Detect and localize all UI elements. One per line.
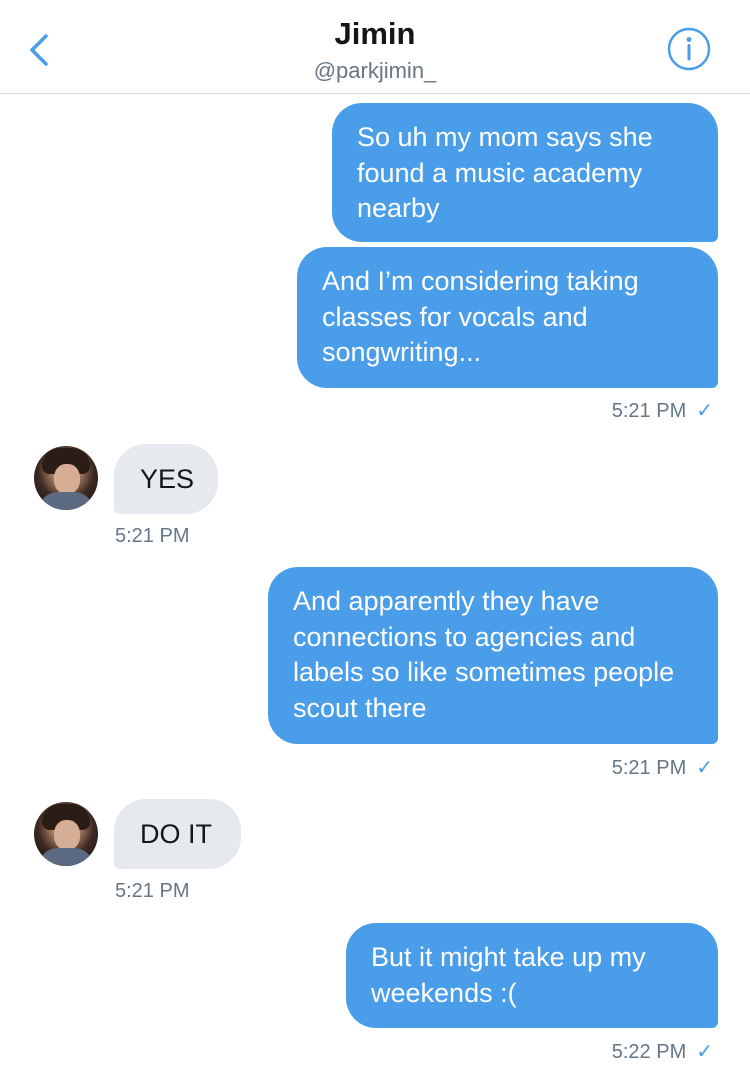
outgoing-message-bubble[interactable]: So uh my mom says she found a music acad…	[332, 103, 718, 242]
read-checkmark-icon: ✓	[696, 400, 713, 422]
incoming-message-bubble[interactable]: DO IT	[114, 799, 241, 869]
avatar[interactable]	[34, 446, 98, 510]
avatar-shirt	[38, 848, 94, 866]
outgoing-message-bubble[interactable]: And I’m considering taking classes for v…	[297, 247, 718, 388]
read-checkmark-icon: ✓	[696, 757, 713, 779]
message-timestamp: 5:22 PM ✓	[612, 1040, 713, 1064]
info-button[interactable]	[666, 26, 712, 72]
incoming-message-bubble[interactable]: YES	[114, 444, 218, 514]
contact-name: Jimin	[334, 16, 416, 51]
outgoing-message-bubble[interactable]: But it might take up my weekends :(	[346, 923, 718, 1028]
message-timestamp: 5:21 PM ✓	[612, 756, 713, 780]
timestamp-text: 5:22 PM	[611, 1041, 687, 1063]
timestamp-text: 5:21 PM	[611, 757, 687, 779]
message-timestamp: 5:21 PM	[115, 880, 190, 902]
message-timestamp: 5:21 PM ✓	[612, 399, 713, 423]
avatar-face	[54, 820, 80, 850]
contact-handle: @parkjimin_	[313, 58, 437, 83]
avatar-shirt	[38, 492, 94, 510]
conversation-header: Jimin @parkjimin_	[0, 0, 750, 94]
read-checkmark-icon: ✓	[696, 1041, 713, 1063]
avatar[interactable]	[34, 802, 98, 866]
message-timestamp: 5:21 PM	[115, 525, 190, 547]
timestamp-text: 5:21 PM	[611, 400, 687, 422]
info-icon	[667, 27, 711, 71]
outgoing-message-bubble[interactable]: And apparently they have connections to …	[268, 567, 718, 744]
conversation-title-block[interactable]: Jimin @parkjimin_	[0, 16, 750, 86]
avatar-face	[54, 464, 80, 494]
